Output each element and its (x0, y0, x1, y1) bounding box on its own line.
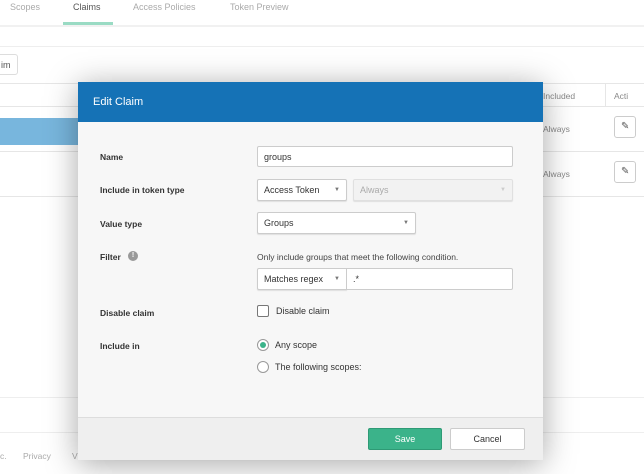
dialog-footer: Save Cancel (78, 417, 543, 460)
footer-link-privacy[interactable]: Privacy (23, 451, 51, 461)
footer-link[interactable]: c. (0, 451, 7, 461)
column-header-actions: Acti (614, 91, 629, 101)
radio-any-scope[interactable]: Any scope (257, 339, 317, 351)
name-value: groups (264, 151, 292, 162)
tab-access-policies[interactable]: Access Policies (133, 2, 196, 12)
column-header-included: Included (543, 91, 576, 101)
radio-unselected-icon[interactable] (257, 361, 269, 373)
filter-operator-value: Matches regex (264, 274, 324, 284)
pencil-icon: ✎ (621, 121, 630, 132)
radio-label: Any scope (275, 340, 318, 350)
pencil-icon: ✎ (621, 166, 630, 177)
filter-value-input[interactable]: .* (346, 268, 513, 290)
chevron-down-icon: ▼ (500, 187, 506, 193)
token-type-select[interactable]: Access Token ▼ (257, 179, 347, 201)
tab-scopes[interactable]: Scopes (10, 2, 40, 12)
row-included: Always (543, 169, 570, 179)
dialog-title: Edit Claim (78, 82, 543, 122)
footer-link[interactable]: V (72, 451, 78, 461)
chevron-down-icon: ▼ (403, 220, 409, 226)
edit-button[interactable]: ✎ (614, 116, 636, 138)
checkbox-icon[interactable] (257, 305, 269, 317)
save-button[interactable]: Save (368, 428, 442, 450)
include-in-label: Include in (100, 341, 140, 351)
token-type-label: Include in token type (100, 185, 185, 195)
divider (0, 46, 644, 47)
radio-label: The following scopes: (275, 362, 362, 372)
radio-selected-icon[interactable] (257, 339, 269, 351)
chevron-down-icon: ▼ (334, 187, 340, 193)
divider (605, 84, 606, 106)
row-included: Always (543, 124, 570, 134)
help-icon[interactable]: ! (128, 251, 138, 261)
edit-claim-dialog: Edit Claim Name groups Include in token … (78, 82, 543, 460)
value-type-select[interactable]: Groups ▼ (257, 212, 416, 234)
token-type-value: Access Token (264, 185, 320, 195)
name-label: Name (100, 152, 124, 162)
cancel-button[interactable]: Cancel (450, 428, 525, 450)
value-type-label: Value type (100, 219, 143, 229)
filter-help-text: Only include groups that meet the follow… (257, 252, 459, 262)
selected-row-highlight (0, 118, 80, 145)
name-input[interactable]: groups (257, 146, 513, 167)
edit-button[interactable]: ✎ (614, 161, 636, 183)
divider (0, 25, 644, 27)
token-when-value: Always (360, 185, 389, 195)
token-when-select[interactable]: Always ▼ (353, 179, 513, 201)
value-type-value: Groups (264, 218, 294, 228)
add-claim-button[interactable]: im (0, 54, 18, 75)
tab-claims[interactable]: Claims (73, 2, 101, 12)
disable-claim-checkbox[interactable]: Disable claim (257, 305, 330, 317)
radio-following-scopes[interactable]: The following scopes: (257, 361, 362, 373)
filter-value: .* (353, 274, 360, 284)
checkbox-label: Disable claim (276, 306, 330, 316)
filter-operator-select[interactable]: Matches regex ▼ (257, 268, 347, 290)
tab-token-preview[interactable]: Token Preview (230, 2, 289, 12)
disable-claim-label: Disable claim (100, 308, 155, 318)
chevron-down-icon: ▼ (334, 276, 340, 282)
filter-label: Filter (100, 252, 121, 262)
